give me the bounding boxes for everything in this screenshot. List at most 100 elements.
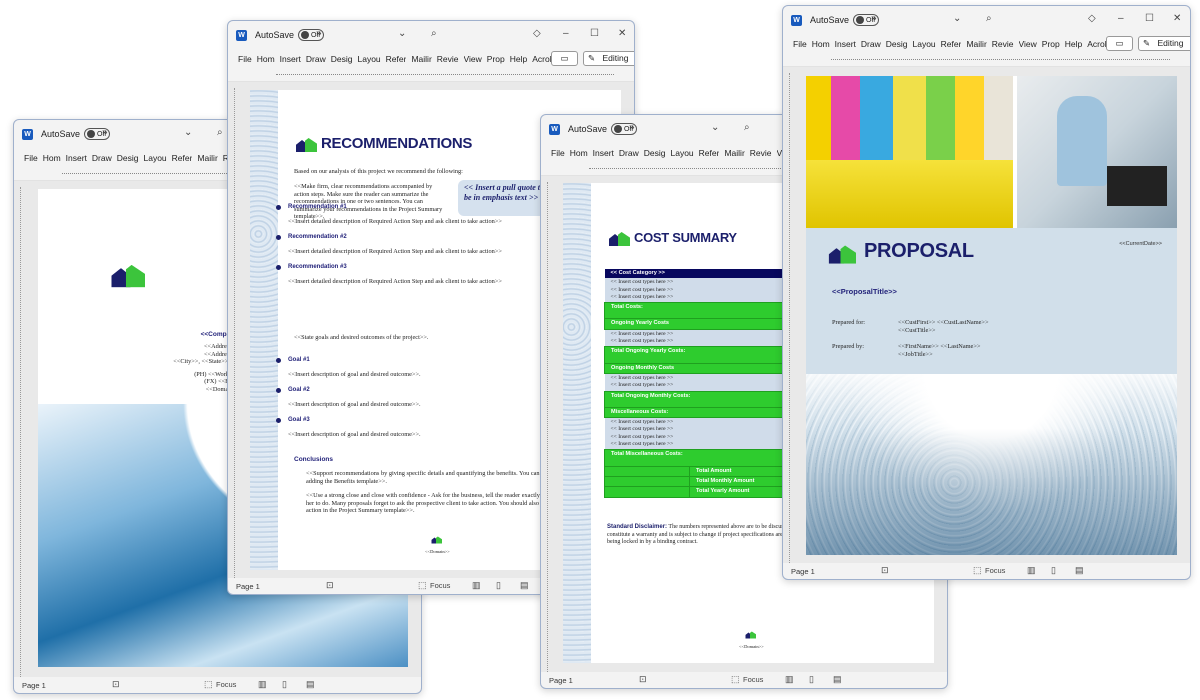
print-layout-icon[interactable]: ▯ — [496, 580, 501, 591]
focus-icon[interactable]: ⬚ — [731, 674, 740, 685]
read-mode-icon[interactable]: ▥ — [785, 674, 794, 685]
comments-button[interactable]: ▭ — [1106, 36, 1133, 51]
more-commands-icon[interactable]: » — [316, 28, 322, 39]
ribbon-tab[interactable]: Mailir — [724, 148, 744, 158]
ribbon-tab[interactable]: View — [1019, 39, 1037, 49]
ribbon-tab[interactable]: Help — [1065, 39, 1082, 49]
minimize-icon[interactable]: – — [1118, 13, 1124, 24]
diamond-icon[interactable]: ◇ — [533, 28, 541, 39]
ribbon-tab[interactable]: Draw — [306, 54, 326, 64]
ribbon-tab[interactable]: Prop — [1042, 39, 1060, 49]
search-icon[interactable]: ⌕ — [431, 28, 437, 39]
ribbon-tab[interactable]: Desig — [331, 54, 353, 64]
web-layout-icon[interactable]: ▤ — [306, 679, 315, 690]
ribbon-tab[interactable]: Desig — [886, 39, 908, 49]
more-commands-icon[interactable]: » — [871, 13, 877, 24]
ribbon-tab[interactable]: Desig — [117, 153, 139, 163]
ribbon-tab[interactable]: Draw — [92, 153, 112, 163]
customize-icon[interactable]: ⌄ — [711, 122, 719, 133]
ribbon-tab[interactable]: Hom — [570, 148, 588, 158]
focus-label[interactable]: Focus — [430, 581, 450, 590]
horizontal-ruler[interactable] — [783, 54, 1190, 67]
ribbon-tab[interactable]: Mailir — [966, 39, 986, 49]
focus-icon[interactable]: ⬚ — [973, 565, 982, 576]
ribbon-tab[interactable]: View — [464, 54, 482, 64]
web-layout-icon[interactable]: ▤ — [520, 580, 529, 591]
ribbon-tab[interactable]: Hom — [257, 54, 275, 64]
maximize-icon[interactable]: ☐ — [590, 28, 599, 39]
web-layout-icon[interactable]: ▤ — [833, 674, 842, 685]
ribbon-tab[interactable]: Mailir — [411, 54, 431, 64]
ribbon-tab[interactable]: Prop — [487, 54, 505, 64]
ribbon-tab[interactable]: File — [793, 39, 807, 49]
ribbon-tab[interactable]: Layou — [358, 54, 381, 64]
page-count[interactable]: Page 1 — [549, 676, 573, 685]
editing-mode-button[interactable]: ✎ Editing — [1138, 36, 1190, 51]
accessibility-icon[interactable]: ⊡ — [881, 565, 889, 576]
maximize-icon[interactable]: ☐ — [1145, 13, 1154, 24]
accessibility-icon[interactable]: ⊡ — [112, 679, 120, 690]
comments-button[interactable]: ▭ — [551, 51, 578, 66]
search-icon[interactable]: ⌕ — [217, 127, 223, 138]
ribbon-tab[interactable]: File — [24, 153, 38, 163]
horizontal-ruler[interactable] — [228, 69, 634, 82]
diamond-icon[interactable]: ◇ — [1088, 13, 1096, 24]
ribbon-tab[interactable]: Layou — [671, 148, 694, 158]
focus-label[interactable]: Focus — [985, 566, 1005, 575]
ribbon-tab[interactable]: Refer — [699, 148, 720, 158]
more-commands-icon[interactable]: » — [102, 127, 108, 138]
page-count[interactable]: Page 1 — [236, 582, 260, 591]
ribbon-tab[interactable]: Mailir — [197, 153, 217, 163]
read-mode-icon[interactable]: ▥ — [258, 679, 267, 690]
read-mode-icon[interactable]: ▥ — [472, 580, 481, 591]
ribbon-tab[interactable]: File — [238, 54, 252, 64]
read-mode-icon[interactable]: ▥ — [1027, 565, 1036, 576]
toggle-knob-icon — [301, 31, 310, 39]
ribbon-tab[interactable]: Hom — [43, 153, 61, 163]
editing-mode-button[interactable]: ✎ Editing — [583, 51, 634, 66]
close-icon[interactable]: ✕ — [1173, 13, 1181, 24]
page-count[interactable]: Page 1 — [22, 681, 46, 690]
search-icon[interactable]: ⌕ — [986, 13, 992, 24]
accessibility-icon[interactable]: ⊡ — [639, 674, 647, 685]
document-area[interactable]: PROPOSAL <<CurrentDate>> <<ProposalTitle… — [783, 67, 1190, 563]
ribbon-tab[interactable]: File — [551, 148, 565, 158]
more-commands-icon[interactable]: » — [629, 122, 635, 133]
ribbon-tab[interactable]: Hom — [812, 39, 830, 49]
ribbon-tab[interactable]: Refer — [172, 153, 193, 163]
ribbon-tab[interactable]: Layou — [913, 39, 936, 49]
ribbon-tab[interactable]: Insert — [66, 153, 87, 163]
accessibility-icon[interactable]: ⊡ — [326, 580, 334, 591]
minimize-icon[interactable]: – — [563, 28, 569, 39]
ribbon-tab[interactable]: Insert — [280, 54, 301, 64]
page-count[interactable]: Page 1 — [791, 567, 815, 576]
ribbon-tab[interactable]: Layou — [144, 153, 167, 163]
search-icon[interactable]: ⌕ — [744, 122, 750, 133]
ribbon-tab[interactable]: Insert — [593, 148, 614, 158]
print-layout-icon[interactable]: ▯ — [282, 679, 287, 690]
customize-icon[interactable]: ⌄ — [953, 13, 961, 24]
close-icon[interactable]: ✕ — [618, 28, 626, 39]
print-layout-icon[interactable]: ▯ — [1051, 565, 1056, 576]
ribbon-tab[interactable]: Revie — [750, 148, 772, 158]
ribbon-tab[interactable]: Acrol — [532, 54, 551, 64]
ribbon-tab[interactable]: Refer — [941, 39, 962, 49]
ribbon-tab[interactable]: Draw — [619, 148, 639, 158]
customize-icon[interactable]: ⌄ — [398, 28, 406, 39]
ribbon-tab[interactable]: Insert — [835, 39, 856, 49]
web-layout-icon[interactable]: ▤ — [1075, 565, 1084, 576]
focus-label[interactable]: Focus — [743, 675, 763, 684]
ribbon-tab[interactable]: Revie — [992, 39, 1014, 49]
conclusions-heading: Conclusions — [294, 456, 334, 463]
ribbon-tab[interactable]: Help — [510, 54, 527, 64]
ribbon-tab[interactable]: Acrol — [1087, 39, 1106, 49]
ribbon-tab[interactable]: Refer — [386, 54, 407, 64]
ribbon-tab[interactable]: Desig — [644, 148, 666, 158]
focus-label[interactable]: Focus — [216, 680, 236, 689]
print-layout-icon[interactable]: ▯ — [809, 674, 814, 685]
ribbon-tab[interactable]: Draw — [861, 39, 881, 49]
focus-icon[interactable]: ⬚ — [418, 580, 427, 591]
customize-icon[interactable]: ⌄ — [184, 127, 192, 138]
ribbon-tab[interactable]: Revie — [437, 54, 459, 64]
focus-icon[interactable]: ⬚ — [204, 679, 213, 690]
